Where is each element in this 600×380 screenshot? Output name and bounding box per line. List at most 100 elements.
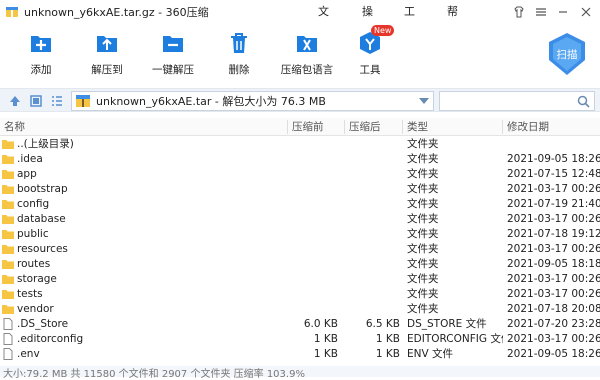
file-modified-date: 2021-03-17 00:26 (507, 288, 600, 300)
search-icon[interactable] (577, 95, 590, 108)
add-button[interactable]: 添加 (14, 30, 68, 82)
delete-button[interactable]: 删除 (212, 30, 266, 82)
file-modified-date: 2021-07-18 19:12 (507, 228, 600, 240)
file-modified-date: 2021-09-05 18:26 (507, 348, 600, 360)
status-bar: 大小:79.2 MB 共 11580 个文件和 2907 个文件夹 压缩率 10… (0, 366, 600, 380)
list-item[interactable]: tests 文件夹 2021-03-17 00:26 (0, 287, 600, 302)
file-modified-date: 2021-07-19 21:40 (507, 198, 600, 210)
file-compressed-size (346, 257, 400, 272)
scan-label: 扫描 (556, 49, 578, 61)
file-modified-date: 2021-09-05 18:18 (507, 258, 600, 270)
menu-operate[interactable]: 操作 (362, 0, 373, 42)
column-divider[interactable] (287, 120, 288, 134)
extract-to-icon (97, 36, 117, 52)
folder-icon (2, 215, 14, 224)
app-logo-icon (6, 7, 18, 17)
archive-language-label: 压缩包语言 (280, 64, 334, 76)
menu-help[interactable]: 帮助 (447, 0, 458, 42)
minimize-icon (559, 11, 567, 13)
file-icon (3, 333, 13, 345)
column-modified[interactable]: 修改日期 (507, 118, 549, 136)
file-name: tests (17, 288, 43, 300)
file-packed-size (290, 137, 338, 152)
extract-to-button[interactable]: 解压到 (80, 30, 134, 82)
file-modified-date: 2021-07-18 20:08 (507, 303, 600, 315)
file-modified-date: 2021-03-17 00:26 (507, 333, 600, 345)
file-modified-date: 2021-09-05 18:26 (507, 153, 600, 165)
hamburger-icon (536, 8, 546, 16)
column-compressed[interactable]: 压缩后 (349, 118, 381, 136)
list-item[interactable]: .env 1 KB 1 KB ENV 文件 2021-09-05 18:26 (0, 347, 600, 362)
skin-button[interactable] (508, 0, 530, 24)
path-text: unknown_y6kxAE.tar - 解包大小为 76.3 MB (96, 95, 326, 108)
file-type: DS_STORE 文件 (407, 318, 487, 330)
column-packed[interactable]: 压缩前 (292, 118, 324, 136)
list-item[interactable]: storage 文件夹 2021-03-17 00:26 (0, 272, 600, 287)
file-name: database (17, 213, 66, 225)
column-type[interactable]: 类型 (407, 118, 428, 136)
list-item[interactable]: .editorconfig 1 KB 1 KB EDITORCONFIG 文件 2021… (0, 332, 600, 347)
list-view-icon[interactable] (50, 94, 64, 108)
column-divider[interactable] (344, 120, 345, 134)
close-button[interactable] (575, 0, 597, 24)
archive-language-button[interactable]: 压缩包语言 (276, 30, 338, 82)
list-item[interactable]: config 文件夹 2021-07-19 21:40 (0, 197, 600, 212)
one-click-extract-button[interactable]: 一键解压 (146, 30, 200, 82)
file-packed-size (290, 242, 338, 257)
minimize-button[interactable] (552, 0, 574, 24)
up-arrow-icon[interactable] (8, 94, 22, 108)
toolbar: 添加 解压到 一键解压 删除 压缩包语言 工具 New 扫描 (0, 24, 600, 84)
file-name: vendor (17, 303, 54, 315)
path-dropdown-icon[interactable] (419, 98, 429, 104)
address-bar: unknown_y6kxAE.tar - 解包大小为 76.3 MB (0, 88, 600, 112)
menu-file[interactable]: 文件 (318, 0, 329, 42)
one-click-extract-label: 一键解压 (152, 64, 194, 76)
list-item[interactable]: .idea 文件夹 2021-09-05 18:26 (0, 152, 600, 167)
list-item[interactable]: bootstrap 文件夹 2021-03-17 00:26 (0, 182, 600, 197)
close-icon (581, 7, 591, 17)
list-item[interactable]: public 文件夹 2021-07-18 19:12 (0, 227, 600, 242)
file-type: 文件夹 (407, 168, 439, 180)
file-packed-size (290, 227, 338, 242)
extract-to-label: 解压到 (91, 64, 123, 76)
file-modified-date: 2021-03-17 00:26 (507, 243, 600, 255)
file-compressed-size (346, 212, 400, 227)
file-packed-size (290, 197, 338, 212)
menu-tools[interactable]: 工具 (404, 0, 415, 42)
file-name: app (17, 168, 37, 180)
tools-button[interactable]: 工具 (343, 30, 397, 82)
list-item[interactable]: ..(上级目录) 文件夹 (0, 137, 600, 152)
file-packed-size: 6.0 KB (303, 318, 338, 330)
column-divider[interactable] (402, 120, 403, 134)
file-packed-size: 1 KB (313, 333, 338, 345)
file-type: ENV 文件 (407, 348, 454, 360)
file-icon (3, 348, 13, 360)
list-item[interactable]: app 文件夹 2021-07-15 12:48 (0, 167, 600, 182)
file-name: .DS_Store (17, 318, 69, 330)
scan-button[interactable]: 扫描 (543, 30, 591, 78)
file-compressed-size: 6.5 KB (365, 318, 400, 330)
file-compressed-size (346, 152, 400, 167)
file-name: resources (17, 243, 68, 255)
folder-icon (2, 245, 14, 254)
list-item[interactable]: database 文件夹 2021-03-17 00:26 (0, 212, 600, 227)
title-bar: unknown_y6kxAE.tar.gz - 360压缩 文件 操作 工具 帮… (0, 0, 600, 42)
list-item[interactable]: .DS_Store 6.0 KB 6.5 KB DS_STORE 文件 2021-07-… (0, 317, 600, 332)
list-item[interactable]: vendor 文件夹 2021-07-18 20:08 (0, 302, 600, 317)
file-modified-date (507, 137, 600, 152)
folder-icon (2, 185, 14, 194)
file-packed-size (290, 152, 338, 167)
menu-button[interactable] (530, 0, 552, 24)
file-packed-size (290, 167, 338, 182)
file-modified-date: 2021-07-20 23:28 (507, 318, 600, 330)
column-name[interactable]: 名称 (4, 118, 25, 136)
file-type: 文件夹 (407, 153, 439, 165)
file-compressed-size (346, 197, 400, 212)
column-divider[interactable] (502, 120, 503, 134)
search-input[interactable] (439, 91, 595, 111)
list-item[interactable]: routes 文件夹 2021-09-05 18:18 (0, 257, 600, 272)
folder-icon (2, 260, 14, 269)
list-item[interactable]: resources 文件夹 2021-03-17 00:26 (0, 242, 600, 257)
thumbnail-view-icon[interactable] (29, 94, 43, 108)
path-box[interactable]: unknown_y6kxAE.tar - 解包大小为 76.3 MB (71, 91, 434, 111)
